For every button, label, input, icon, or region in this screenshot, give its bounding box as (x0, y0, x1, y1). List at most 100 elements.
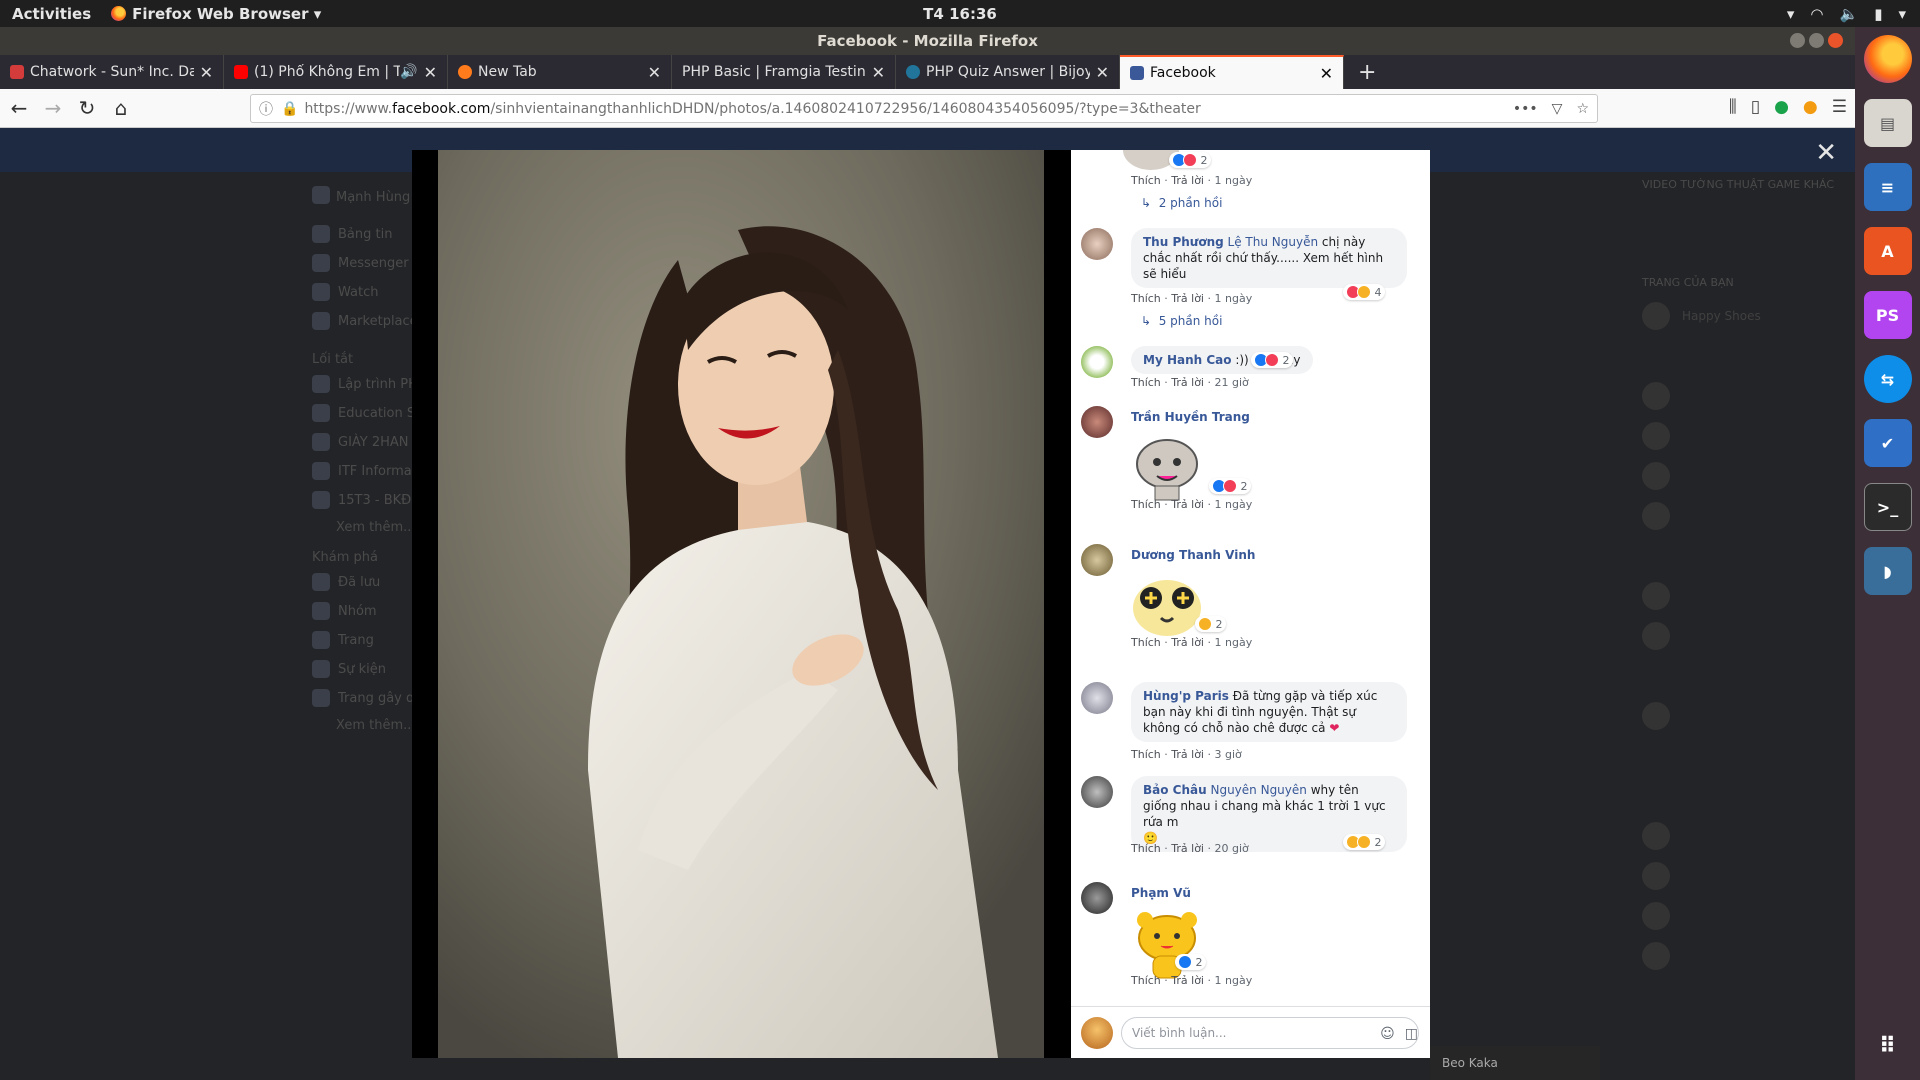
todo-dock-icon[interactable]: ✔ (1863, 419, 1912, 467)
comment-time[interactable]: 1 ngày (1215, 974, 1253, 987)
terminal-dock-icon[interactable]: >_ (1863, 483, 1912, 531)
commenter-name[interactable]: Hùng'p Paris (1143, 689, 1229, 703)
reaction-summary[interactable]: 4 (1343, 284, 1385, 300)
forward-button[interactable]: → (38, 93, 68, 123)
left-user-name[interactable]: Mạnh Hùng (336, 190, 410, 205)
like-link[interactable]: Thích (1131, 174, 1161, 187)
reply-link[interactable]: Trả lời (1171, 376, 1204, 389)
comment-time[interactable]: 21 giờ (1215, 376, 1249, 389)
teamviewer-dock-icon[interactable]: ⇆ (1863, 355, 1912, 403)
comment-list[interactable]: 2 Thích · Trả lời · 1 ngày ↳ 2 phần hồi … (1071, 150, 1430, 1006)
like-link[interactable]: Thích (1131, 292, 1161, 305)
close-tab-icon[interactable]: ✕ (648, 63, 661, 82)
avatar[interactable] (1081, 544, 1113, 576)
mysql-workbench-dock-icon[interactable]: ◗ (1863, 547, 1912, 595)
writer-dock-icon[interactable]: ≡ (1863, 163, 1912, 211)
avatar[interactable] (1081, 406, 1113, 438)
sidebar-icon[interactable]: ▯ (1751, 97, 1760, 117)
like-link[interactable]: Thích (1131, 498, 1161, 511)
shortcut-item[interactable]: GIÀY 2HAN (312, 431, 409, 453)
close-tab-icon[interactable]: ✕ (1320, 64, 1333, 83)
close-tab-icon[interactable]: ✕ (872, 63, 885, 82)
reply-link[interactable]: Trả lời (1171, 636, 1204, 649)
reaction-summary[interactable]: 2 (1175, 954, 1206, 970)
like-link[interactable]: Thích (1131, 748, 1161, 761)
contact-item[interactable] (1642, 462, 1832, 490)
like-link[interactable]: Thích (1131, 636, 1161, 649)
reply-link[interactable]: Trả lời (1171, 498, 1204, 511)
like-link[interactable]: Thích (1131, 376, 1161, 389)
comment-time[interactable]: 3 giờ (1215, 748, 1242, 761)
firefox-dock-icon[interactable] (1863, 35, 1912, 83)
explore-item[interactable]: Nhóm (312, 600, 377, 622)
reaction-summary[interactable]: 2 (1195, 616, 1226, 632)
photo-image[interactable] (438, 150, 1044, 1058)
avatar[interactable] (1081, 346, 1113, 378)
reply-link[interactable]: Trả lời (1171, 292, 1204, 305)
maximize-button[interactable] (1809, 33, 1824, 48)
contact-item[interactable] (1642, 702, 1832, 730)
close-tab-icon[interactable]: ✕ (200, 63, 213, 82)
commenter-name[interactable]: My Hanh Cao (1143, 353, 1232, 367)
tab-facebook[interactable]: Facebook ✕ (1120, 55, 1344, 89)
explore-item[interactable]: Sự kiện (312, 658, 386, 680)
close-window-button[interactable] (1828, 33, 1843, 48)
explore-item[interactable]: Trang gây q (312, 687, 414, 709)
comment-time[interactable]: 20 giờ (1215, 842, 1249, 855)
avatar[interactable] (1081, 776, 1113, 808)
tab-youtube[interactable]: (1) Phố Không Em | Th 🔊 ✕ (224, 55, 448, 89)
comment-time[interactable]: 1 ngày (1215, 636, 1253, 649)
sticker-cat-icon[interactable] (1131, 432, 1203, 504)
info-icon[interactable]: ⓘ (259, 99, 273, 119)
reply-link[interactable]: Trả lời (1171, 974, 1204, 987)
page-item[interactable]: Happy Shoes (1642, 302, 1832, 330)
comment-time[interactable]: 1 ngày (1215, 498, 1253, 511)
contact-item[interactable] (1642, 502, 1832, 530)
speaker-icon[interactable]: 🔊 (400, 64, 417, 80)
url-bar[interactable]: ⓘ 🔒 https://www. facebook.com/sinhvientai… (250, 94, 1598, 123)
comment-time[interactable]: 1 ngày (1215, 292, 1253, 305)
commenter-name[interactable]: Trần Huyền Trang (1131, 410, 1250, 424)
contact-item[interactable] (1642, 382, 1832, 410)
pocket-icon[interactable]: ▽ (1552, 101, 1563, 117)
page-actions-icon[interactable]: ••• (1513, 101, 1538, 117)
reload-button[interactable]: ↻ (72, 93, 102, 123)
explore-item[interactable]: Đã lưu (312, 571, 380, 593)
tab-php-quiz[interactable]: PHP Quiz Answer | Bijoy ✕ (896, 55, 1120, 89)
minimize-button[interactable] (1790, 33, 1805, 48)
contact-item[interactable] (1642, 582, 1832, 610)
reaction-summary[interactable]: 2 (1209, 478, 1251, 494)
left-item-messenger[interactable]: Messenger (312, 252, 409, 274)
reaction-summary[interactable]: 2 (1169, 152, 1211, 168)
tagged-user[interactable]: Nguyên Nguyên (1210, 783, 1306, 797)
avatar[interactable] (1081, 228, 1113, 260)
left-item-marketplace[interactable]: Marketplace (312, 310, 418, 332)
explore-item[interactable]: Trang (312, 629, 374, 651)
chat-tab[interactable]: Beo Kaka (1430, 1046, 1600, 1080)
lock-icon[interactable]: 🔒 (281, 101, 298, 117)
phpstorm-dock-icon[interactable]: PS (1863, 291, 1912, 339)
sticker-smiley-icon[interactable] (1131, 570, 1203, 642)
sticker-icon[interactable]: ◫ (1405, 1026, 1418, 1042)
back-button[interactable]: ← (4, 93, 34, 123)
comment-time[interactable]: 1 ngày (1215, 174, 1253, 187)
power-menu-icon[interactable]: ▾ (1898, 5, 1906, 23)
contact-item[interactable] (1642, 422, 1832, 450)
tab-chatwork[interactable]: Chatwork - Sun* Inc. Dan ✕ (0, 55, 224, 89)
new-tab-button[interactable]: + (1344, 55, 1390, 89)
reply-link[interactable]: Trả lời (1171, 748, 1204, 761)
system-tray[interactable]: ▾ ◠ 🔈 ▮ ▾ (1787, 5, 1906, 23)
reaction-summary[interactable]: 2 (1343, 834, 1385, 850)
activities-button[interactable]: Activities (12, 5, 91, 23)
like-link[interactable]: Thích (1131, 974, 1161, 987)
bookmark-star-icon[interactable]: ☆ (1576, 101, 1589, 117)
chevron-down-icon[interactable]: ▾ (1787, 5, 1795, 23)
like-link[interactable]: Thích (1131, 842, 1161, 855)
tagged-user[interactable]: Lệ Thu Nguyễn (1228, 235, 1319, 249)
contact-item[interactable] (1642, 862, 1832, 890)
reply-link[interactable]: Trả lời (1171, 842, 1204, 855)
commenter-name[interactable]: Phạm Vũ (1131, 886, 1191, 900)
close-tab-icon[interactable]: ✕ (1096, 63, 1109, 82)
commenter-name[interactable]: Thu Phương (1143, 235, 1224, 249)
left-item-watch[interactable]: Watch (312, 281, 378, 303)
